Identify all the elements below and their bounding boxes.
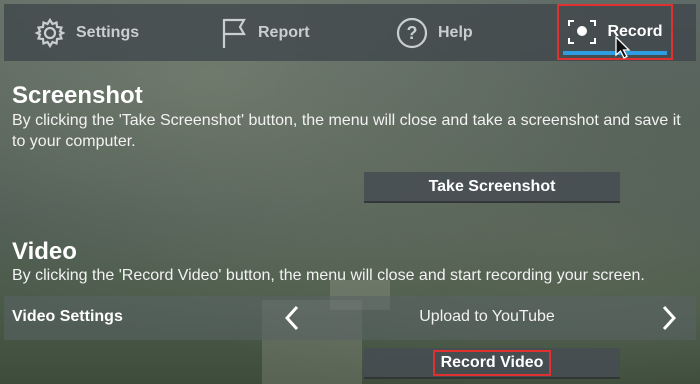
tab-help[interactable]: ? Help [396, 4, 473, 61]
record-video-label: Record Video [432, 349, 552, 376]
video-settings-row: Video Settings Upload to YouTube [4, 296, 696, 340]
question-circle-icon: ? [396, 17, 428, 49]
tab-settings-label: Settings [76, 23, 140, 41]
take-screenshot-button[interactable]: Take Screenshot [364, 172, 620, 203]
video-settings-label: Video Settings [12, 308, 123, 325]
tab-settings[interactable]: Settings [34, 4, 139, 61]
svg-text:?: ? [407, 23, 418, 43]
screenshot-description: By clicking the 'Take Screenshot' button… [12, 112, 681, 150]
menu-tab-bar: Settings Report ? Help Record [4, 4, 696, 61]
take-screenshot-label: Take Screenshot [428, 177, 556, 195]
gear-icon [34, 17, 66, 49]
chevron-left-icon[interactable] [282, 304, 302, 332]
video-section-title: Video [12, 238, 77, 265]
record-icon [567, 19, 597, 45]
mouse-cursor-icon [615, 36, 631, 59]
tab-report-label: Report [258, 23, 310, 41]
flag-icon [220, 17, 248, 49]
video-settings-value: Upload to YouTube [419, 308, 555, 325]
chevron-right-icon[interactable] [659, 304, 679, 332]
tab-report[interactable]: Report [220, 4, 310, 61]
tab-help-label: Help [438, 23, 473, 41]
record-video-button[interactable]: Record Video [364, 348, 620, 379]
screenshot-section-title: Screenshot [12, 82, 143, 109]
video-description: By clicking the 'Record Video' button, t… [12, 267, 645, 284]
